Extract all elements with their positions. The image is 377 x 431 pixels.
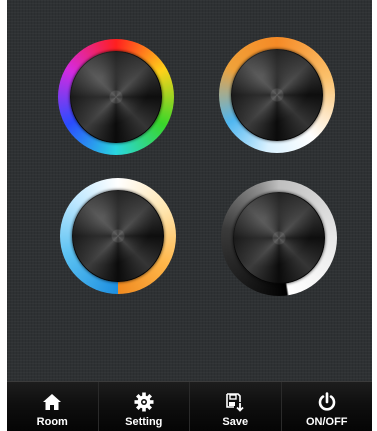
dimmer-wheel[interactable] [221, 180, 337, 296]
warm-wheel-knob[interactable] [231, 49, 323, 141]
rgb-color-wheel[interactable] [58, 39, 174, 155]
app-screen [7, 0, 372, 430]
gear-icon [133, 391, 155, 413]
save-icon [224, 391, 246, 413]
room-button[interactable]: Room [7, 382, 99, 431]
onoff-label: ON/OFF [305, 416, 348, 428]
rgb-wheel-knob[interactable] [70, 51, 162, 143]
power-icon [316, 391, 338, 413]
save-label: Save [222, 416, 249, 428]
bottom-nav-bar: Room Setting Save ON/OFF [7, 381, 372, 431]
onoff-button[interactable]: ON/OFF [282, 382, 373, 431]
setting-button[interactable]: Setting [99, 382, 190, 431]
warm-color-wheel[interactable] [219, 37, 335, 153]
home-icon [41, 391, 63, 413]
cct-wheel-knob[interactable] [72, 190, 164, 282]
save-button[interactable]: Save [190, 382, 282, 431]
color-temperature-wheel[interactable] [60, 178, 176, 294]
room-label: Room [36, 416, 68, 428]
dimmer-wheel-knob[interactable] [233, 192, 325, 284]
setting-label: Setting [125, 416, 163, 428]
